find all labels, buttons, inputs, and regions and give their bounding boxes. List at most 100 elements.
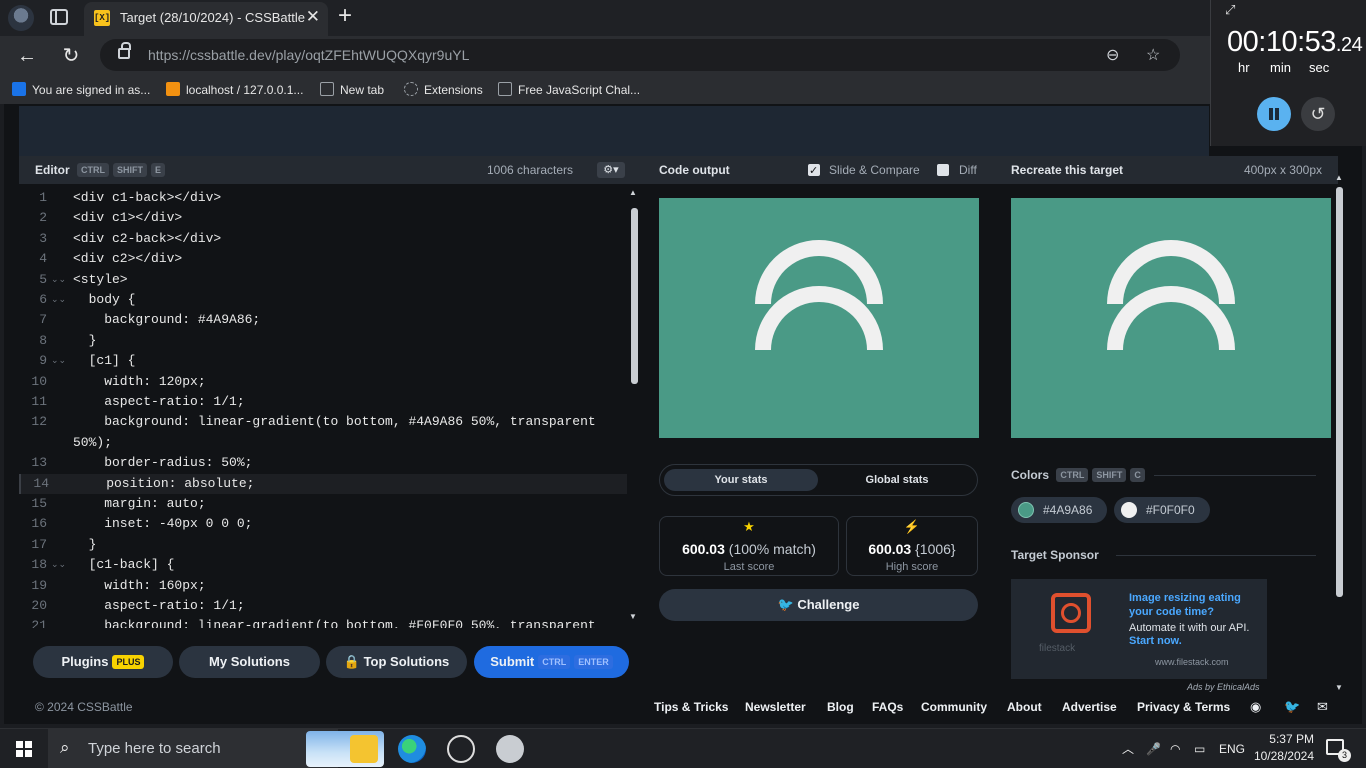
code-line[interactable]: 19 width: 160px;: [19, 576, 627, 596]
code-text[interactable]: border-radius: 50%;: [73, 453, 252, 473]
slide-compare-label[interactable]: Slide & Compare: [829, 156, 920, 184]
code-text[interactable]: <div c1-back></div>: [73, 188, 221, 208]
fold-chevron-icon[interactable]: ⌄⌄: [51, 351, 66, 371]
pause-icon[interactable]: [1257, 97, 1291, 131]
code-text[interactable]: body {: [73, 290, 136, 310]
editor-scroll-thumb[interactable]: [631, 208, 638, 384]
tab-close-icon[interactable]: ✕: [306, 8, 320, 26]
code-line[interactable]: 17 }: [19, 535, 627, 555]
twitter-icon[interactable]: 🐦: [1284, 692, 1300, 722]
browser-tab[interactable]: [X] Target (28/10/2024) - CSSBattle ✕: [84, 2, 328, 36]
gear-icon[interactable]: ⚙▾: [597, 162, 625, 178]
fold-chevron-icon[interactable]: ⌄⌄: [51, 555, 66, 575]
code-editor[interactable]: 1 <div c1-back></div> 2 <div c1></div> 3 <div…: [19, 184, 643, 628]
fold-chevron-icon[interactable]: ⌄⌄: [51, 290, 66, 310]
code-text[interactable]: width: 120px;: [73, 372, 205, 392]
microphone-icon[interactable]: 🎤: [1146, 729, 1161, 768]
your-stats-tab[interactable]: Your stats: [664, 469, 818, 491]
diff-checkbox[interactable]: [937, 164, 949, 176]
code-text[interactable]: <div c1></div>: [73, 208, 182, 228]
taskbar-search[interactable]: ⌕ Type here to search: [48, 729, 384, 768]
tab-actions-icon[interactable]: [50, 9, 68, 25]
reload-icon[interactable]: ↻: [58, 43, 84, 69]
taskbar-clock[interactable]: 5:37 PM 10/28/2024: [1252, 731, 1314, 765]
code-text[interactable]: inset: -40px 0 0 0;: [73, 514, 252, 534]
bookmark-signed-in[interactable]: You are signed in as...: [12, 81, 150, 99]
scroll-up-icon[interactable]: ▲: [1335, 173, 1343, 182]
color-chip-teal[interactable]: #4A9A86: [1011, 497, 1107, 523]
scroll-up-icon[interactable]: ▲: [629, 188, 637, 197]
battery-icon[interactable]: ▭: [1194, 729, 1205, 768]
color-chip-white[interactable]: #F0F0F0: [1114, 497, 1210, 523]
discord-icon[interactable]: ◉: [1250, 692, 1261, 722]
right-scrollbar[interactable]: ▲ ▼: [1334, 173, 1346, 697]
footer-link-blog[interactable]: Blog: [827, 692, 854, 722]
expand-icon[interactable]: ⤢: [1225, 2, 1235, 18]
code-line[interactable]: 12 background: linear-gradient(to bottom…: [19, 412, 627, 432]
diff-label[interactable]: Diff: [959, 156, 977, 184]
file-explorer-icon[interactable]: [350, 735, 378, 763]
url-text[interactable]: https://cssbattle.dev/play/oqtZFEhtWUQQX…: [148, 47, 469, 63]
scroll-down-icon[interactable]: ▼: [629, 612, 637, 621]
code-text[interactable]: background: linear-gradient(to bottom, #…: [73, 616, 595, 628]
top-solutions-button[interactable]: 🔒 Top Solutions: [326, 646, 467, 678]
obs-recorder-icon[interactable]: [447, 735, 475, 763]
code-line[interactable]: 13 border-radius: 50%;: [19, 453, 627, 473]
favorite-star-icon[interactable]: ☆: [1146, 45, 1160, 65]
address-bar[interactable]: https://cssbattle.dev/play/oqtZFEhtWUQQX…: [100, 39, 1180, 71]
sponsor-headline[interactable]: Image resizing eating your code time?: [1129, 591, 1259, 619]
back-icon[interactable]: ←: [14, 43, 40, 69]
code-line[interactable]: 2 <div c1></div>: [19, 208, 627, 228]
bookmark-localhost[interactable]: localhost / 127.0.0.1...: [166, 81, 303, 99]
app-icon[interactable]: [496, 735, 524, 763]
code-line[interactable]: 50%);: [19, 433, 627, 453]
code-line[interactable]: 7 background: #4A9A86;: [19, 310, 627, 330]
code-text[interactable]: [c1-back] {: [73, 555, 175, 575]
notification-icon[interactable]: 3: [1326, 739, 1351, 762]
wifi-icon[interactable]: ◠: [1170, 729, 1180, 768]
code-line[interactable]: 21 background: linear-gradient(to bottom…: [19, 616, 627, 628]
footer-link-faqs[interactable]: FAQs: [872, 692, 903, 722]
code-text[interactable]: }: [73, 535, 97, 555]
footer-link-tips[interactable]: Tips & Tricks: [654, 692, 728, 722]
code-line[interactable]: 14 position: absolute;: [19, 473, 627, 494]
mail-icon[interactable]: ✉: [1317, 692, 1328, 722]
code-line[interactable]: 1 <div c1-back></div>: [19, 188, 627, 208]
language-indicator[interactable]: ENG: [1219, 729, 1245, 768]
footer-link-newsletter[interactable]: Newsletter: [745, 692, 806, 722]
bookmark-new-tab[interactable]: New tab: [320, 81, 384, 99]
ads-by-ethicalads[interactable]: Ads by EthicalAds: [1187, 682, 1260, 692]
code-text[interactable]: <div c2-back></div>: [73, 229, 221, 249]
sponsor-ad[interactable]: filestack Image resizing eating your cod…: [1011, 579, 1267, 679]
code-line[interactable]: 5 ⌄⌄ <style>: [19, 270, 627, 290]
challenge-button[interactable]: 🐦 Challenge: [659, 589, 978, 621]
code-line[interactable]: 6 ⌄⌄ body {: [19, 290, 627, 310]
code-line[interactable]: 8 }: [19, 331, 627, 351]
code-line[interactable]: 16 inset: -40px 0 0 0;: [19, 514, 627, 534]
code-text[interactable]: position: absolute;: [75, 474, 254, 494]
scroll-down-icon[interactable]: ▼: [1335, 683, 1343, 692]
code-line[interactable]: 20 aspect-ratio: 1/1;: [19, 596, 627, 616]
footer-link-about[interactable]: About: [1007, 692, 1042, 722]
code-text[interactable]: margin: auto;: [73, 494, 205, 514]
footer-link-community[interactable]: Community: [921, 692, 987, 722]
slide-compare-checkbox[interactable]: [808, 157, 820, 185]
tray-chevron-icon[interactable]: ︿: [1122, 729, 1134, 768]
code-text[interactable]: <style>: [73, 270, 128, 290]
code-line[interactable]: 15 margin: auto;: [19, 494, 627, 514]
bookmark-js-challenges[interactable]: Free JavaScript Chal...: [498, 81, 640, 99]
profile-avatar[interactable]: [8, 5, 34, 31]
code-line[interactable]: 10 width: 120px;: [19, 372, 627, 392]
my-solutions-button[interactable]: My Solutions: [179, 646, 320, 678]
code-line[interactable]: 3 <div c2-back></div>: [19, 229, 627, 249]
code-line[interactable]: 11 aspect-ratio: 1/1;: [19, 392, 627, 412]
code-text[interactable]: <div c2></div>: [73, 249, 182, 269]
code-line[interactable]: 9 ⌄⌄ [c1] {: [19, 351, 627, 371]
code-text[interactable]: aspect-ratio: 1/1;: [73, 392, 244, 412]
code-text[interactable]: 50%);: [73, 433, 112, 453]
code-output-canvas[interactable]: [659, 198, 979, 438]
footer-link-privacy[interactable]: Privacy & Terms: [1137, 692, 1230, 722]
code-line[interactable]: 18 ⌄⌄ [c1-back] {: [19, 555, 627, 575]
sponsor-cta[interactable]: Start now.: [1129, 635, 1182, 647]
code-text[interactable]: aspect-ratio: 1/1;: [73, 596, 244, 616]
